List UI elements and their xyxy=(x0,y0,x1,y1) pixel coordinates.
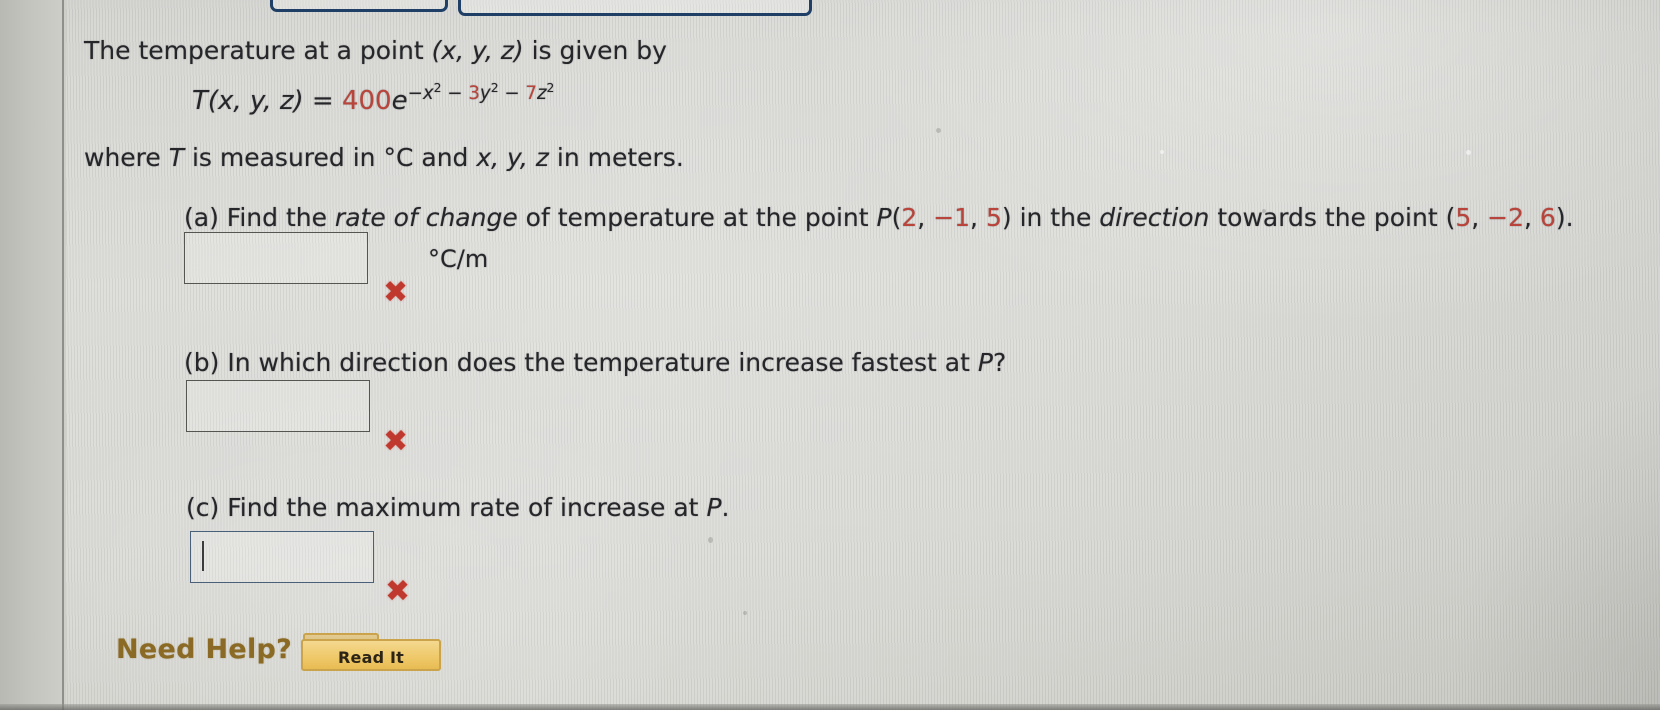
formula-coefficient: 400 xyxy=(341,86,392,116)
bezel-edge-line xyxy=(62,0,64,710)
part-a-question: (a) Find the rate of change of temperatu… xyxy=(184,203,1574,233)
part-a-point-close: ) xyxy=(1001,203,1012,232)
problem-content: The temperature at a point (x, y, z) is … xyxy=(0,0,1660,710)
exponent-power-1: 2 xyxy=(433,81,442,96)
part-a-text-1: Find the xyxy=(218,203,335,232)
part-a-point-y: −1 xyxy=(933,203,971,232)
part-b-label: (b) xyxy=(184,348,220,377)
exponent-power-3: 2 xyxy=(546,81,555,96)
part-a-incorrect-icon: ✖ xyxy=(383,275,409,310)
part-c-text-2: . xyxy=(721,493,730,522)
exponent-minus-1: − xyxy=(447,83,463,105)
text-caret xyxy=(202,541,204,571)
part-a-label: (a) xyxy=(184,203,219,232)
part-a-dir-sep2: , xyxy=(1524,203,1540,232)
part-a-point-sep1: , xyxy=(917,203,934,232)
device-bezel-bottom xyxy=(0,704,1660,710)
part-a-dir-close: ). xyxy=(1555,203,1574,232)
part-a-point-label: P xyxy=(876,203,892,232)
units-vars-xyz: x, y, z xyxy=(476,143,549,172)
part-b-text-1: In which direction does the temperature … xyxy=(219,348,978,377)
glare-speck xyxy=(1160,150,1164,154)
units-var-T: T xyxy=(168,143,185,172)
part-a-dir-z: 6 xyxy=(1539,203,1556,232)
dust-speck xyxy=(708,537,713,543)
dust-speck xyxy=(743,611,747,615)
part-a-unit-label: °C/m xyxy=(428,245,489,273)
part-c-incorrect-icon: ✖ xyxy=(385,574,411,609)
part-a-dir-sep1: , xyxy=(1471,203,1488,232)
part-b-question: (b) In which direction does the temperat… xyxy=(184,348,1006,378)
part-a-point-z: 5 xyxy=(985,203,1002,232)
formula-exponent: −x2 − 3y2 − 7z2 xyxy=(407,81,555,105)
part-a-dir-x: 5 xyxy=(1455,203,1472,232)
formula-base: e xyxy=(391,86,408,116)
exponent-var-1: x xyxy=(422,83,434,105)
part-a-dir-open: ( xyxy=(1445,203,1456,232)
formula-equals: = xyxy=(311,86,334,116)
units-text-3: in meters. xyxy=(548,143,684,172)
exponent-sign-1: − xyxy=(407,83,423,105)
read-it-button[interactable]: Read It xyxy=(301,639,441,671)
glare-speck xyxy=(1466,150,1471,155)
part-a-point-open: ( xyxy=(891,203,902,232)
part-a-dir-y: −2 xyxy=(1487,203,1525,232)
part-b-italic-1: P xyxy=(977,348,993,377)
dust-speck xyxy=(936,128,941,133)
need-help-label: Need Help? xyxy=(116,634,293,665)
part-a-italic-1: rate of change xyxy=(334,203,518,232)
intro-text-before: The temperature at a point xyxy=(84,36,432,65)
intro-text-after: is given by xyxy=(523,36,667,65)
part-a-point-sep2: , xyxy=(970,203,986,232)
exponent-minus-2: − xyxy=(504,83,520,105)
part-c-label: (c) xyxy=(186,493,220,522)
exponent-coef-2: 3 xyxy=(468,83,480,105)
units-text-1: where xyxy=(84,143,169,172)
exponent-power-2: 2 xyxy=(490,81,499,96)
photographed-screen: The temperature at a point (x, y, z) is … xyxy=(0,0,1660,710)
part-b-answer-input[interactable] xyxy=(186,380,370,432)
exponent-coef-3: 7 xyxy=(525,83,537,105)
exponent-var-2: y xyxy=(479,83,491,105)
units-line: where T is measured in °C and x, y, z in… xyxy=(84,143,684,173)
part-a-text-2: of temperature at the point xyxy=(517,203,877,232)
dust-speck xyxy=(1262,209,1266,213)
intro-point-tuple: (x, y, z) xyxy=(431,36,524,65)
part-c-answer-input[interactable] xyxy=(190,531,374,583)
intro-line: The temperature at a point (x, y, z) is … xyxy=(84,36,667,66)
part-b-text-2: ? xyxy=(992,348,1007,377)
part-c-italic-1: P xyxy=(706,493,722,522)
part-a-answer-input[interactable] xyxy=(184,232,368,284)
formula-lhs: T(x, y, z) xyxy=(192,86,304,116)
part-a-text-3: in the xyxy=(1011,203,1100,232)
part-a-italic-2: direction xyxy=(1099,203,1210,232)
part-b-incorrect-icon: ✖ xyxy=(383,424,409,459)
device-bezel-left xyxy=(0,0,66,710)
part-a-point-x: 2 xyxy=(901,203,918,232)
part-c-question: (c) Find the maximum rate of increase at… xyxy=(186,493,729,523)
part-c-text-1: Find the maximum rate of increase at xyxy=(219,493,707,522)
part-a-text-4: towards the point xyxy=(1209,203,1446,232)
units-text-2: is measured in °C and xyxy=(184,143,477,172)
temperature-formula: T(x, y, z) = 400e−x2 − 3y2 − 7z2 xyxy=(192,81,555,117)
exponent-var-3: z xyxy=(536,83,547,105)
